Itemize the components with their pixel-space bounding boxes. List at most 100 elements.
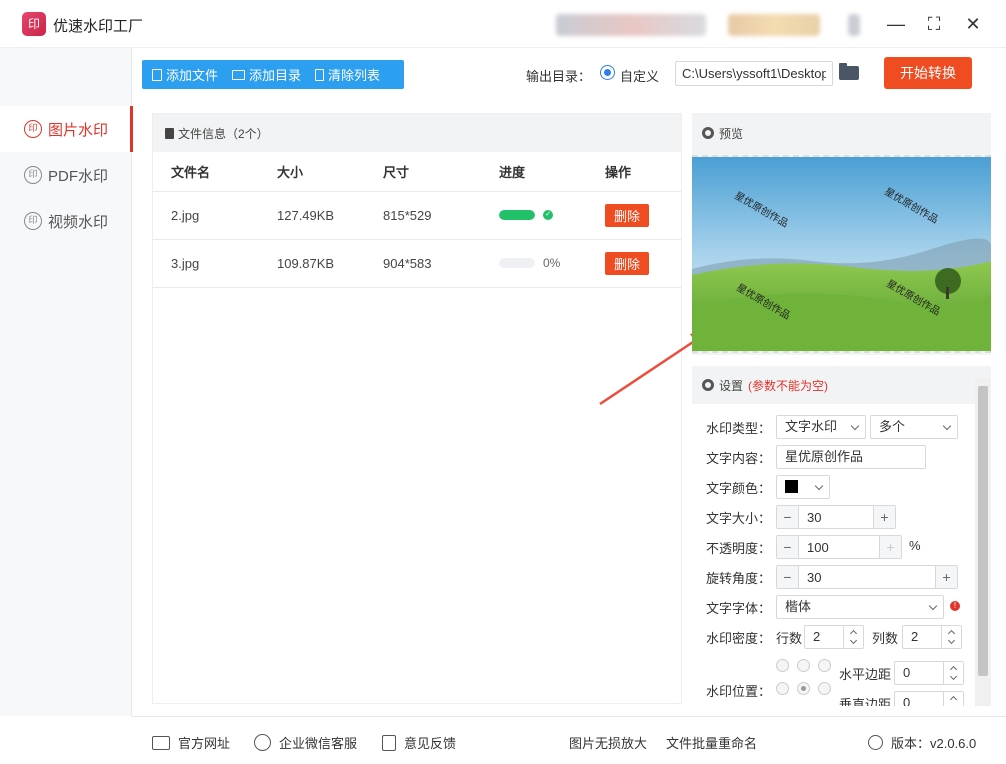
h-margin-value: 0 [903,665,911,680]
clear-list-button[interactable]: 清除列表 [315,65,380,84]
add-directory-button[interactable]: 添加目录 [232,65,301,84]
maximize-button[interactable]: ⛶ [922,12,946,36]
scrollbar-thumb[interactable] [978,386,988,676]
title-bar: 印 优速水印工厂 — ⛶ ✕ [0,0,1006,48]
position-middle-right[interactable] [818,682,831,695]
rotation-stepper[interactable]: − 30 + [776,565,958,589]
clear-list-label: 清除列表 [328,68,381,83]
image-enlarge-link[interactable]: 图片无损放大 [569,733,647,752]
stamp-icon: 印 [24,120,42,138]
watermark-mode-select[interactable]: 多个 [870,415,958,439]
browse-folder-icon[interactable] [839,63,859,80]
file-action: 删除 [605,239,681,288]
version-info[interactable]: 版本：v2.0.6.0 [868,733,976,752]
text-content-label: 文字内容： [706,451,772,466]
file-dimensions: 904*583 [383,239,499,288]
custom-output-radio[interactable] [600,65,615,80]
batch-rename-link[interactable]: 文件批量重命名 [666,733,757,752]
position-label: 水印位置： [706,684,772,699]
file-dimensions: 815*529 [383,191,499,240]
stamp-icon: 印 [24,166,42,184]
text-size-value: 30 [807,509,822,525]
delete-button[interactable]: 删除 [605,251,649,275]
decrement-button[interactable]: − [777,566,799,588]
wechat-support-link[interactable]: 企业微信客服 [254,733,357,752]
v-margin-value: 0 [903,695,911,706]
h-margin-spinner[interactable]: 0 [894,661,964,685]
add-directory-label: 添加目录 [249,68,302,83]
increment-button[interactable]: + [879,536,901,558]
position-center[interactable] [797,682,810,695]
add-file-button[interactable]: 添加文件 [152,65,218,84]
spinner-arrows-icon[interactable] [943,662,963,684]
spinner-arrows-icon[interactable] [941,626,961,648]
preview-header: 预览 [692,113,991,153]
rows-value: 2 [813,629,821,644]
chevron-down-icon [942,421,952,431]
version-label: 版本：v2.0.6.0 [891,736,977,751]
chevron-down-icon [850,421,860,431]
footer-bar: 官方网址 企业微信客服 意见反馈 图片无损放大 文件批量重命名 版本：v2.0.… [132,716,1006,764]
sidebar-item-image-watermark[interactable]: 印 图片水印 [0,106,133,152]
cols-label: 列数 [872,631,899,646]
file-icon [152,68,162,81]
font-select[interactable]: 楷体 [776,595,944,619]
sidebar-item-pdf-watermark[interactable]: 印 PDF水印 [0,152,132,198]
opacity-label: 不透明度： [706,541,772,556]
column-header-filename: 文件名 [153,152,277,192]
output-dir-label: 输出目录： [526,69,592,84]
feedback-link[interactable]: 意见反馈 [382,733,456,752]
watermark-type-select[interactable]: 文字水印 [776,415,866,439]
folder-icon [232,69,246,80]
file-progress: ✓ [499,191,605,240]
position-top-center[interactable] [797,659,810,672]
table-row[interactable]: 3.jpg 109.87KB 904*583 0% 删除 [153,239,681,288]
cols-spinner[interactable]: 2 [902,625,962,649]
file-size: 127.49KB [277,191,383,240]
spinner-arrows-icon[interactable] [943,692,963,706]
text-size-stepper[interactable]: − 30 + [776,505,896,529]
increment-button[interactable]: + [935,566,957,588]
text-color-picker[interactable] [776,475,830,499]
chat-icon [254,734,271,751]
file-table: 文件名 大小 尺寸 进度 操作 2.jpg 127.49KB 815*529 ✓… [153,152,681,288]
opacity-stepper[interactable]: − 100 + [776,535,902,559]
progress-percent: 0% [543,256,561,270]
start-convert-button[interactable]: 开始转换 [884,57,972,89]
decrement-button[interactable]: − [777,536,799,558]
position-middle-left[interactable] [776,682,789,695]
rotation-value: 30 [807,569,822,585]
increment-button[interactable]: + [873,506,895,528]
opacity-unit: % [909,538,921,553]
position-top-left[interactable] [776,659,789,672]
text-content-input[interactable]: 星优原创作品 [776,445,926,469]
preview-image: 星优原创作品 星优原创作品 星优原创作品 星优原创作品 [692,155,991,353]
official-website-link[interactable]: 官方网址 [152,733,230,752]
custom-output-label: 自定义 [620,69,660,84]
minimize-button[interactable]: — [884,12,908,36]
text-size-label: 文字大小： [706,511,772,526]
position-top-right[interactable] [818,659,831,672]
output-path-input[interactable] [675,61,833,86]
progress-fill [499,210,535,220]
color-swatch [785,480,798,493]
trash-icon [315,68,325,81]
close-button[interactable]: ✕ [961,12,985,36]
chevron-down-icon [928,601,938,611]
delete-button[interactable]: 删除 [605,203,649,227]
feedback-icon [382,734,396,751]
v-margin-spinner[interactable]: 0 [894,691,964,706]
landscape-image [692,157,991,351]
website-icon [152,735,170,750]
progress-bar [499,258,535,268]
file-info-header: 文件信息（2个） [153,114,681,152]
sidebar-item-video-watermark[interactable]: 印 视频水印 [0,198,132,244]
blurred-account-info [556,14,706,36]
spinner-arrows-icon[interactable] [843,626,863,648]
rotation-label: 旋转角度： [706,571,772,586]
decrement-button[interactable]: − [777,506,799,528]
column-header-progress: 进度 [499,152,605,192]
rows-spinner[interactable]: 2 [804,625,864,649]
settings-scrollbar[interactable] [975,378,991,706]
table-row[interactable]: 2.jpg 127.49KB 815*529 ✓ 删除 [153,191,681,240]
